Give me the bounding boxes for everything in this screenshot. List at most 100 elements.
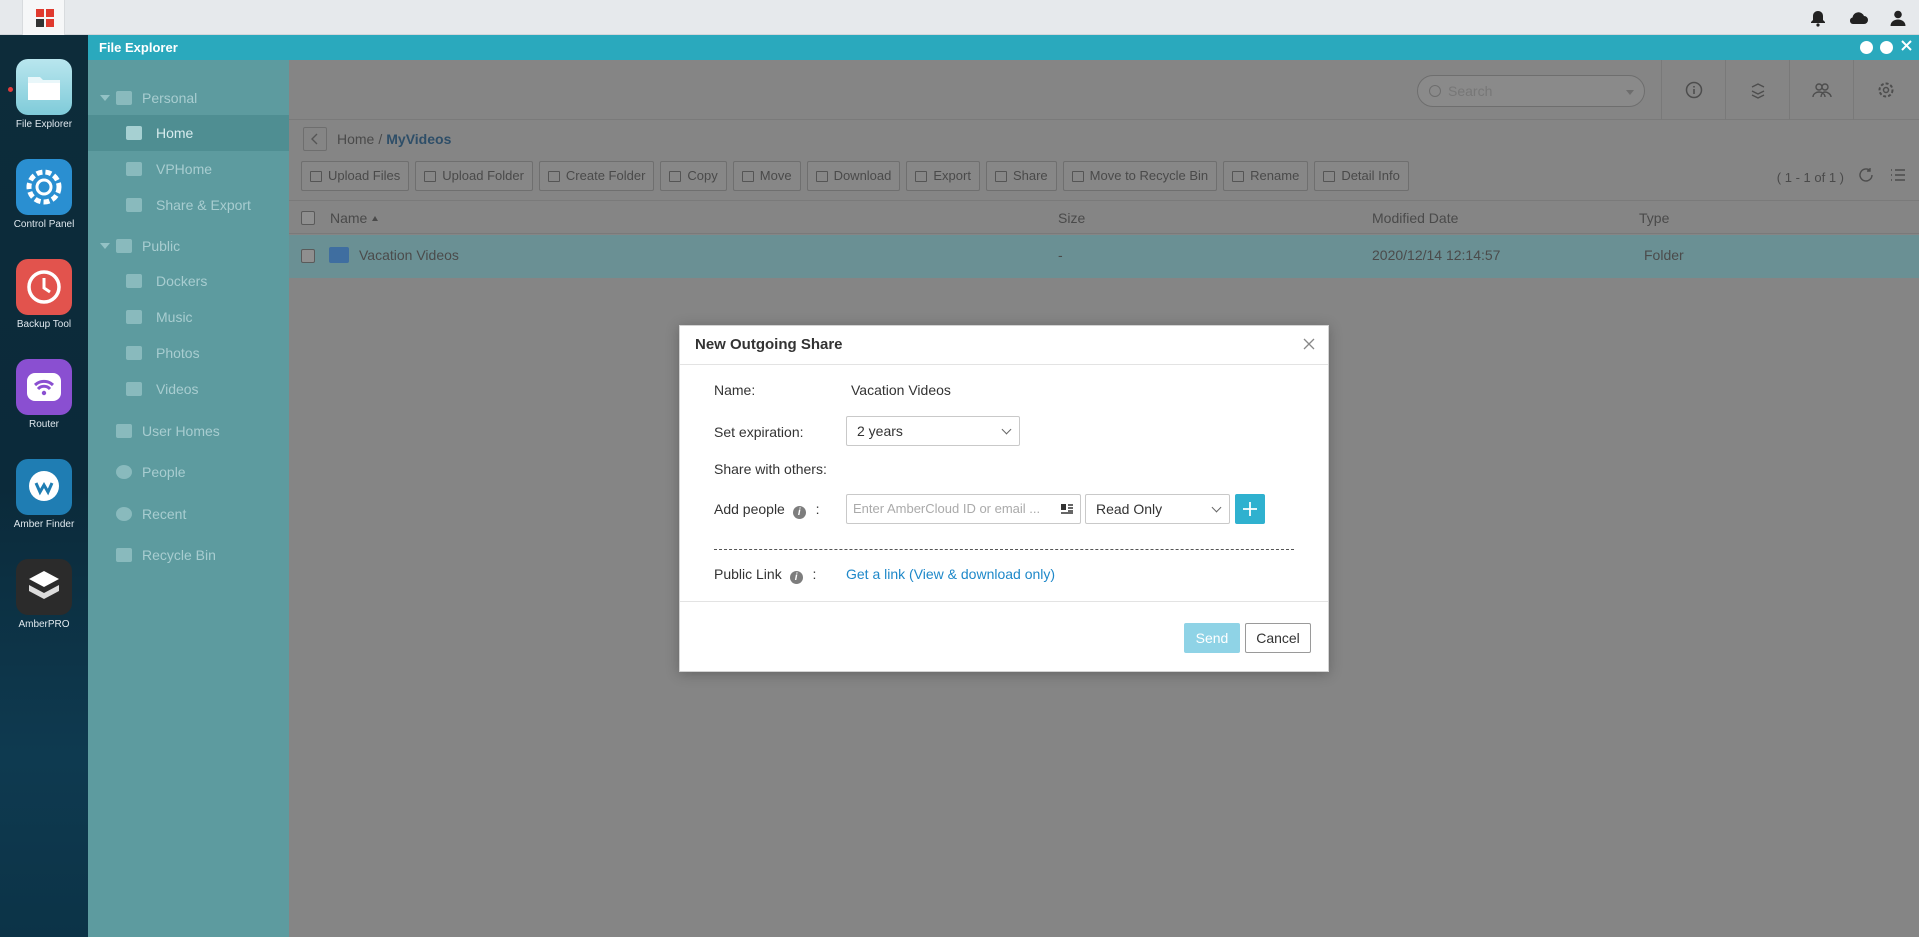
sidebar-item-user-homes[interactable]: User Homes (88, 413, 289, 449)
top-bar-tray (1809, 0, 1919, 35)
user-icon[interactable] (1889, 9, 1907, 27)
send-button[interactable]: Send (1184, 623, 1240, 653)
row-checkbox[interactable] (301, 249, 315, 263)
add-person-button[interactable] (1235, 494, 1265, 524)
close-icon[interactable] (1302, 337, 1316, 351)
create-folder-button[interactable]: Create Folder (538, 161, 655, 191)
cancel-button[interactable]: Cancel (1245, 623, 1311, 653)
sidebar-item-recycle-bin[interactable]: Recycle Bin (88, 537, 289, 573)
export-button[interactable]: Export (906, 161, 980, 191)
download-button[interactable]: Download (806, 161, 901, 191)
sidebar-item-vphome[interactable]: VPHome (88, 151, 289, 187)
permission-selected: Read Only (1096, 501, 1163, 517)
dock-item-file-explorer[interactable]: File Explorer (0, 59, 88, 130)
people-icon (1812, 83, 1832, 98)
maximize-button[interactable] (1880, 41, 1893, 54)
app-grid-button[interactable] (22, 0, 65, 35)
sidebar-item-public[interactable]: Public (88, 228, 289, 264)
dock-item-amber-finder[interactable]: Amber Finder (0, 459, 88, 530)
expiration-select[interactable]: 2 years (846, 416, 1020, 446)
sidebar-item-videos[interactable]: Videos (88, 371, 289, 407)
info-icon[interactable]: i (789, 571, 803, 584)
sort-asc-icon (372, 216, 378, 221)
user-folder-icon (116, 91, 132, 105)
dock-item-label: AmberPRO (18, 619, 70, 630)
list-view-icon[interactable] (1889, 166, 1907, 184)
dock-item-backup-tool[interactable]: Backup Tool (0, 259, 88, 330)
sidebar-item-photos[interactable]: Photos (88, 335, 289, 371)
breadcrumb-home[interactable]: Home (337, 131, 374, 147)
sidebar: Personal Home VPHome Share & Export Publ… (88, 60, 289, 937)
sidebar-item-label: Music (156, 309, 193, 325)
info-button[interactable] (1661, 60, 1725, 120)
move-to-recycle-bin-button[interactable]: Move to Recycle Bin (1062, 161, 1218, 191)
share-folder-icon (126, 198, 142, 212)
info-icon[interactable]: i (792, 506, 806, 519)
permission-select[interactable]: Read Only (1085, 494, 1230, 524)
row-type: Folder (1644, 247, 1684, 263)
copy-button[interactable]: Copy (660, 161, 727, 191)
caret-down-icon[interactable] (100, 95, 110, 101)
plus-icon (1243, 502, 1257, 516)
window-controls (1860, 35, 1913, 60)
move-button[interactable]: Move (732, 161, 801, 191)
chevron-down-icon[interactable] (1626, 90, 1634, 95)
column-header-modified[interactable]: Modified Date (1372, 210, 1458, 226)
select-all-checkbox[interactable] (301, 211, 315, 225)
sidebar-item-recent[interactable]: Recent (88, 496, 289, 532)
sidebar-item-people[interactable]: People (88, 454, 289, 490)
grid-square (46, 19, 54, 27)
add-people-input[interactable]: Enter AmberCloud ID or email ... (846, 494, 1081, 524)
name-label: Name: (714, 382, 756, 398)
chevron-down-icon (1211, 502, 1222, 513)
sidebar-item-label: People (142, 464, 186, 480)
caret-down-icon[interactable] (100, 243, 110, 249)
dock-item-label: Control Panel (13, 219, 75, 230)
table-row[interactable]: Vacation Videos - 2020/12/14 12:14:57 Fo… (289, 235, 1919, 278)
row-size: - (1058, 247, 1063, 263)
settings-button[interactable] (1853, 60, 1917, 120)
column-header-size[interactable]: Size (1058, 210, 1085, 226)
dock-item-router[interactable]: Router (0, 359, 88, 430)
window-title: File Explorer (99, 40, 178, 55)
refresh-icon[interactable] (1857, 166, 1875, 184)
pager-icons (1857, 166, 1907, 184)
pagination-text: ( 1 - 1 of 1 ) (1776, 170, 1844, 185)
share-button[interactable]: Share (985, 161, 1057, 191)
sidebar-item-label: Personal (142, 90, 198, 106)
dock-item-amberpro[interactable]: AmberPRO (0, 559, 88, 630)
grid-square (36, 19, 44, 27)
back-button[interactable] (303, 127, 327, 151)
cloud-icon[interactable] (1847, 10, 1869, 26)
create-folder-icon (547, 171, 560, 182)
button-label: Move to Recycle Bin (1089, 168, 1209, 183)
bell-icon[interactable] (1809, 9, 1827, 27)
people-button[interactable] (1789, 60, 1853, 120)
column-header-type[interactable]: Type (1639, 210, 1669, 226)
search-input[interactable]: Search (1417, 75, 1645, 107)
contacts-icon[interactable] (1060, 502, 1074, 516)
upload-folder-button[interactable]: Upload Folder (415, 161, 533, 191)
button-label: Copy (687, 168, 718, 183)
get-link-link[interactable]: Get a link (View & download only) (846, 566, 1055, 582)
rename-button[interactable]: Rename (1223, 161, 1309, 191)
sidebar-item-home[interactable]: Home (88, 115, 289, 151)
column-header-name[interactable]: Name (330, 210, 367, 226)
upload-files-button[interactable]: Upload Files (301, 161, 410, 191)
detail-info-button[interactable]: Detail Info (1314, 161, 1409, 191)
sidebar-item-dockers[interactable]: Dockers (88, 263, 289, 299)
dialog-footer-divider (680, 601, 1328, 602)
close-icon[interactable] (1900, 35, 1913, 60)
app-dock: File Explorer Control Panel Backup Tool … (0, 35, 88, 937)
expiration-label: Set expiration: (714, 424, 804, 440)
dock-item-label: File Explorer (15, 119, 73, 130)
search-icon (1429, 85, 1441, 97)
sidebar-item-personal[interactable]: Personal (88, 80, 289, 116)
dock-item-control-panel[interactable]: Control Panel (0, 159, 88, 230)
sidebar-item-music[interactable]: Music (88, 299, 289, 335)
sidebar-item-share-export[interactable]: Share & Export (88, 187, 289, 223)
button-label: Upload Files (328, 168, 401, 183)
minimize-button[interactable] (1860, 41, 1873, 54)
share-with-label: Share with others: (714, 461, 827, 477)
stack-button[interactable] (1725, 60, 1789, 120)
